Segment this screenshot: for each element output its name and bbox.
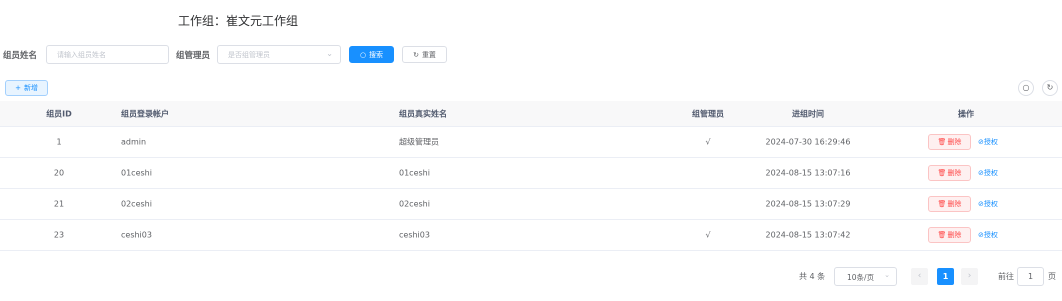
column-header: 进组时间 <box>792 109 824 118</box>
member-name: ceshi03 <box>399 230 430 240</box>
name-search-input[interactable]: 请输入组员姓名 <box>46 45 169 64</box>
join-time: 2024-08-15 13:07:16 <box>765 168 851 178</box>
column-header: 操作 <box>958 109 974 118</box>
join-time: 2024-07-30 16:29:46 <box>765 137 851 147</box>
table-row: 1 admin 超级管理员 √ 2024-07-30 16:29:46 🗑 删除… <box>0 127 1062 158</box>
authorize-link[interactable]: ⊘授权 <box>978 168 998 178</box>
manager-select-placeholder: 是否组管理员 <box>228 51 270 59</box>
authorize-link[interactable]: ⊘授权 <box>978 199 998 209</box>
pagination: 共 4 条 10条/页 ⌄ ‹ 1 › 前往 1 页 <box>0 267 1062 287</box>
table-row: 20 01ceshi 01ceshi 2024-08-15 13:07:16 🗑… <box>0 158 1062 189</box>
page-title: 工作组：崔文元工作组 <box>178 14 299 28</box>
member-id: 23 <box>53 230 65 240</box>
trash-icon: 🗑 <box>937 138 947 146</box>
refresh-icon: ↻ <box>413 50 419 59</box>
column-header: 组员ID <box>46 109 72 118</box>
chevron-left-icon: ‹ <box>917 271 922 281</box>
delete-button[interactable]: 🗑 删除 <box>928 165 971 181</box>
authorize-link[interactable]: ⊘授权 <box>978 230 998 240</box>
member-name: 01ceshi <box>399 168 430 178</box>
chevron-down-icon: ⌄ <box>326 49 333 58</box>
refresh-table-button[interactable]: ↻ <box>1042 80 1058 96</box>
member-account: admin <box>121 137 147 147</box>
page-size-select[interactable]: 10条/页 ⌄ <box>834 267 897 286</box>
join-time: 2024-08-15 13:07:42 <box>765 230 851 240</box>
manager-select[interactable]: 是否组管理员 ⌄ <box>217 45 341 64</box>
plus-icon: + <box>15 84 21 92</box>
delete-button[interactable]: 🗑 删除 <box>928 134 971 150</box>
search-button[interactable]: ○ 搜索 <box>349 46 394 63</box>
goto-page-input[interactable]: 1 <box>1017 267 1044 286</box>
table-row: 23 ceshi03 ceshi03 √ 2024-08-15 13:07:42… <box>0 220 1062 251</box>
chevron-right-icon: › <box>967 271 972 281</box>
table-row: 21 02ceshi 02ceshi 2024-08-15 13:07:29 🗑… <box>0 189 1062 220</box>
member-id: 21 <box>53 199 65 209</box>
reset-button[interactable]: ↻ 重置 <box>402 46 447 63</box>
column-header: 组员登录帐户 <box>121 109 169 118</box>
prev-page-button[interactable]: ‹ <box>911 268 928 285</box>
reset-button-label: 重置 <box>421 50 436 59</box>
member-id: 20 <box>53 168 65 178</box>
column-header: 组员真实姓名 <box>399 109 447 118</box>
member-name: 02ceshi <box>399 199 430 209</box>
member-account: ceshi03 <box>121 230 152 240</box>
goto-suffix: 页 <box>1048 272 1056 281</box>
authorize-label: 授权 <box>983 200 998 208</box>
name-search-placeholder: 请输入组员姓名 <box>57 51 106 59</box>
manager-check: √ <box>705 230 711 240</box>
name-filter-label: 组员姓名 <box>3 51 38 61</box>
authorize-label: 授权 <box>983 169 998 177</box>
trash-icon: 🗑 <box>937 200 947 208</box>
authorize-label: 授权 <box>983 231 998 239</box>
member-table: 组员ID 组员登录帐户 组员真实姓名 组管理员 进组时间 操作 1 admin … <box>0 101 1062 251</box>
trash-icon: 🗑 <box>937 169 947 177</box>
delete-button[interactable]: 🗑 删除 <box>928 196 971 212</box>
delete-button-label: 删除 <box>947 200 962 208</box>
column-header: 组管理员 <box>692 109 724 118</box>
member-account: 02ceshi <box>121 199 152 209</box>
refresh-icon: ↻ <box>1046 83 1054 92</box>
total-count: 共 4 条 <box>799 272 826 281</box>
trash-icon: 🗑 <box>937 231 947 239</box>
toggle-search-button[interactable]: ○ <box>1018 80 1034 96</box>
delete-button[interactable]: 🗑 删除 <box>928 227 971 243</box>
filter-bar: 组员姓名 请输入组员姓名 组管理员 是否组管理员 ⌄ ○ 搜索 ↻ 重置 <box>0 45 460 65</box>
goto-prefix: 前往 <box>998 272 1014 281</box>
search-icon: ○ <box>359 50 367 59</box>
table-header: 组员ID 组员登录帐户 组员真实姓名 组管理员 进组时间 操作 <box>0 101 1062 127</box>
join-time: 2024-08-15 13:07:29 <box>765 199 851 209</box>
authorize-label: 授权 <box>983 138 998 146</box>
member-account: 01ceshi <box>121 168 152 178</box>
manager-check: √ <box>705 137 711 147</box>
delete-button-label: 删除 <box>947 138 962 146</box>
add-button-label: 新增 <box>23 84 38 92</box>
next-page-button[interactable]: › <box>961 268 978 285</box>
member-id: 1 <box>56 137 62 147</box>
member-name: 超级管理员 <box>399 137 439 147</box>
search-icon: ○ <box>1022 83 1030 92</box>
search-button-label: 搜索 <box>369 50 384 59</box>
page-size-value: 10条/页 <box>847 273 875 282</box>
chevron-down-icon: ⌄ <box>884 271 890 279</box>
add-button[interactable]: + 新增 <box>5 80 48 96</box>
authorize-link[interactable]: ⊘授权 <box>978 137 998 147</box>
delete-button-label: 删除 <box>947 231 962 239</box>
page-number-current[interactable]: 1 <box>937 268 954 285</box>
manager-filter-label: 组管理员 <box>176 51 211 61</box>
delete-button-label: 删除 <box>947 169 962 177</box>
